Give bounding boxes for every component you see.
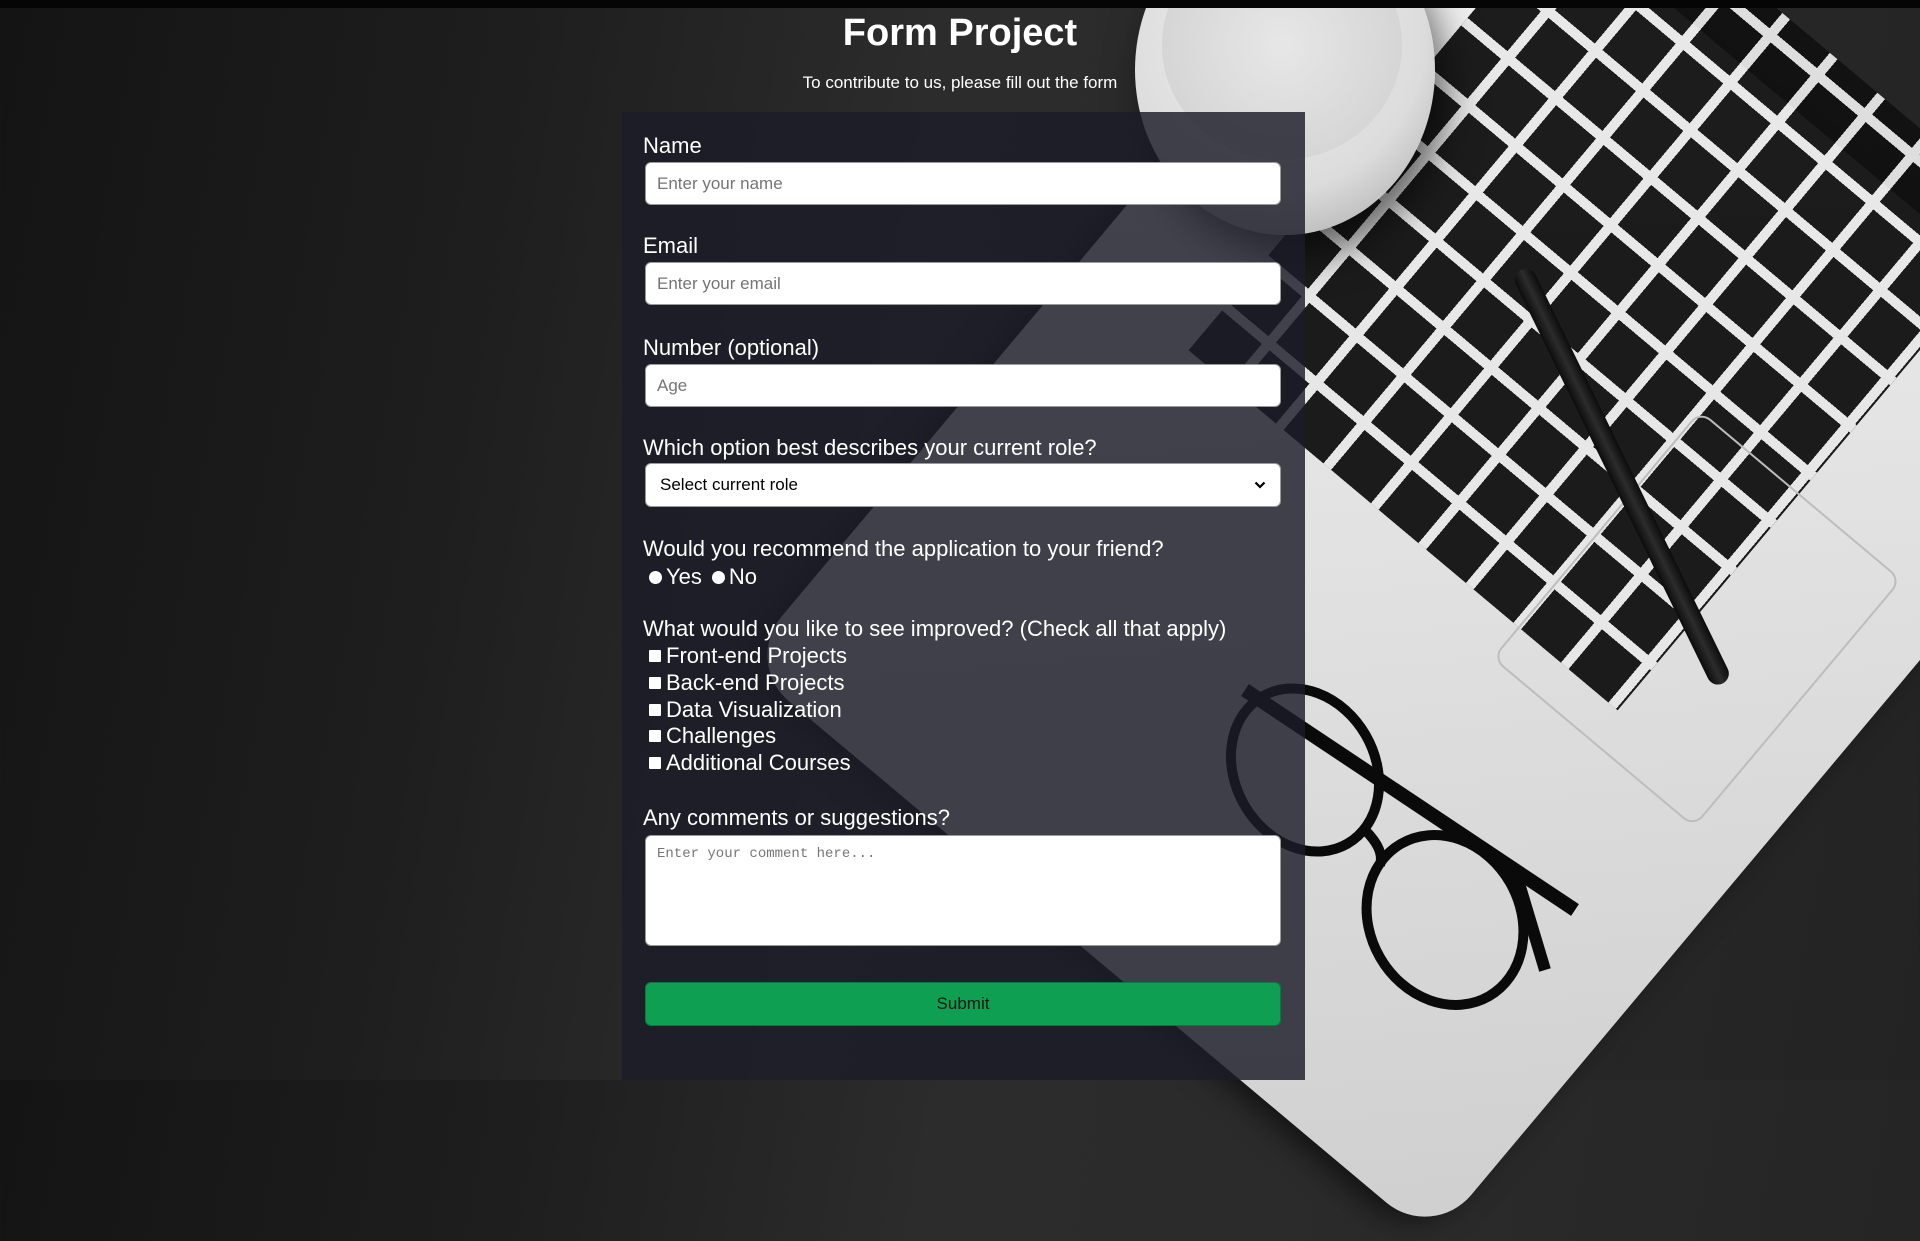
- checkbox-back-end-projects[interactable]: Back-end Projects: [649, 670, 851, 697]
- checkbox-front-end-projects[interactable]: Front-end Projects: [649, 643, 851, 670]
- email-label: Email: [643, 233, 699, 258]
- submit-button[interactable]: Submit: [645, 982, 1281, 1026]
- radio-yes-label[interactable]: Yes: [666, 564, 702, 590]
- top-bar: [0, 0, 1920, 8]
- radio-yes[interactable]: Yes: [649, 564, 702, 590]
- radio-button-icon[interactable]: [711, 570, 725, 584]
- checkbox-label[interactable]: Front-end Projects: [666, 643, 847, 669]
- checkbox-data-visualization[interactable]: Data Visualization: [649, 696, 851, 723]
- improve-label: What would you like to see improved? (Ch…: [643, 616, 1227, 641]
- role-select-value: Select current role: [660, 475, 798, 494]
- name-input[interactable]: [645, 162, 1281, 205]
- role-label: Which option best describes your current…: [643, 435, 1097, 460]
- comments-textarea[interactable]: [645, 835, 1281, 946]
- radio-button-icon[interactable]: [649, 570, 662, 584]
- name-label: Name: [643, 133, 702, 158]
- checkbox-label[interactable]: Challenges: [666, 723, 776, 749]
- checkbox-icon[interactable]: [649, 757, 661, 770]
- number-label: Number (optional): [643, 335, 820, 360]
- role-select[interactable]: Select current role: [645, 463, 1281, 507]
- checkbox-icon[interactable]: [649, 730, 661, 743]
- improve-checkbox-group: Front-end Projects Back-end Projects Dat…: [649, 643, 851, 776]
- radio-no-label[interactable]: No: [729, 564, 757, 590]
- checkbox-label[interactable]: Back-end Projects: [666, 670, 845, 696]
- recommend-label: Would you recommend the application to y…: [643, 536, 1164, 561]
- checkbox-icon[interactable]: [649, 650, 661, 663]
- page-title: Form Project: [842, 12, 1078, 54]
- checkbox-icon[interactable]: [649, 677, 661, 690]
- checkbox-challenges[interactable]: Challenges: [649, 723, 851, 750]
- checkbox-icon[interactable]: [649, 703, 661, 716]
- chevron-down-icon: [1254, 481, 1266, 489]
- radio-no[interactable]: No: [711, 564, 757, 590]
- recommend-radio-group: Yes No: [649, 564, 767, 590]
- checkbox-label[interactable]: Additional Courses: [666, 750, 851, 776]
- checkbox-additional-courses[interactable]: Additional Courses: [649, 750, 851, 777]
- checkbox-label[interactable]: Data Visualization: [666, 697, 842, 723]
- email-input[interactable]: [645, 262, 1281, 305]
- age-input[interactable]: [645, 364, 1281, 407]
- page-subtitle: To contribute to us, please fill out the…: [802, 73, 1118, 92]
- comments-label: Any comments or suggestions?: [643, 805, 950, 830]
